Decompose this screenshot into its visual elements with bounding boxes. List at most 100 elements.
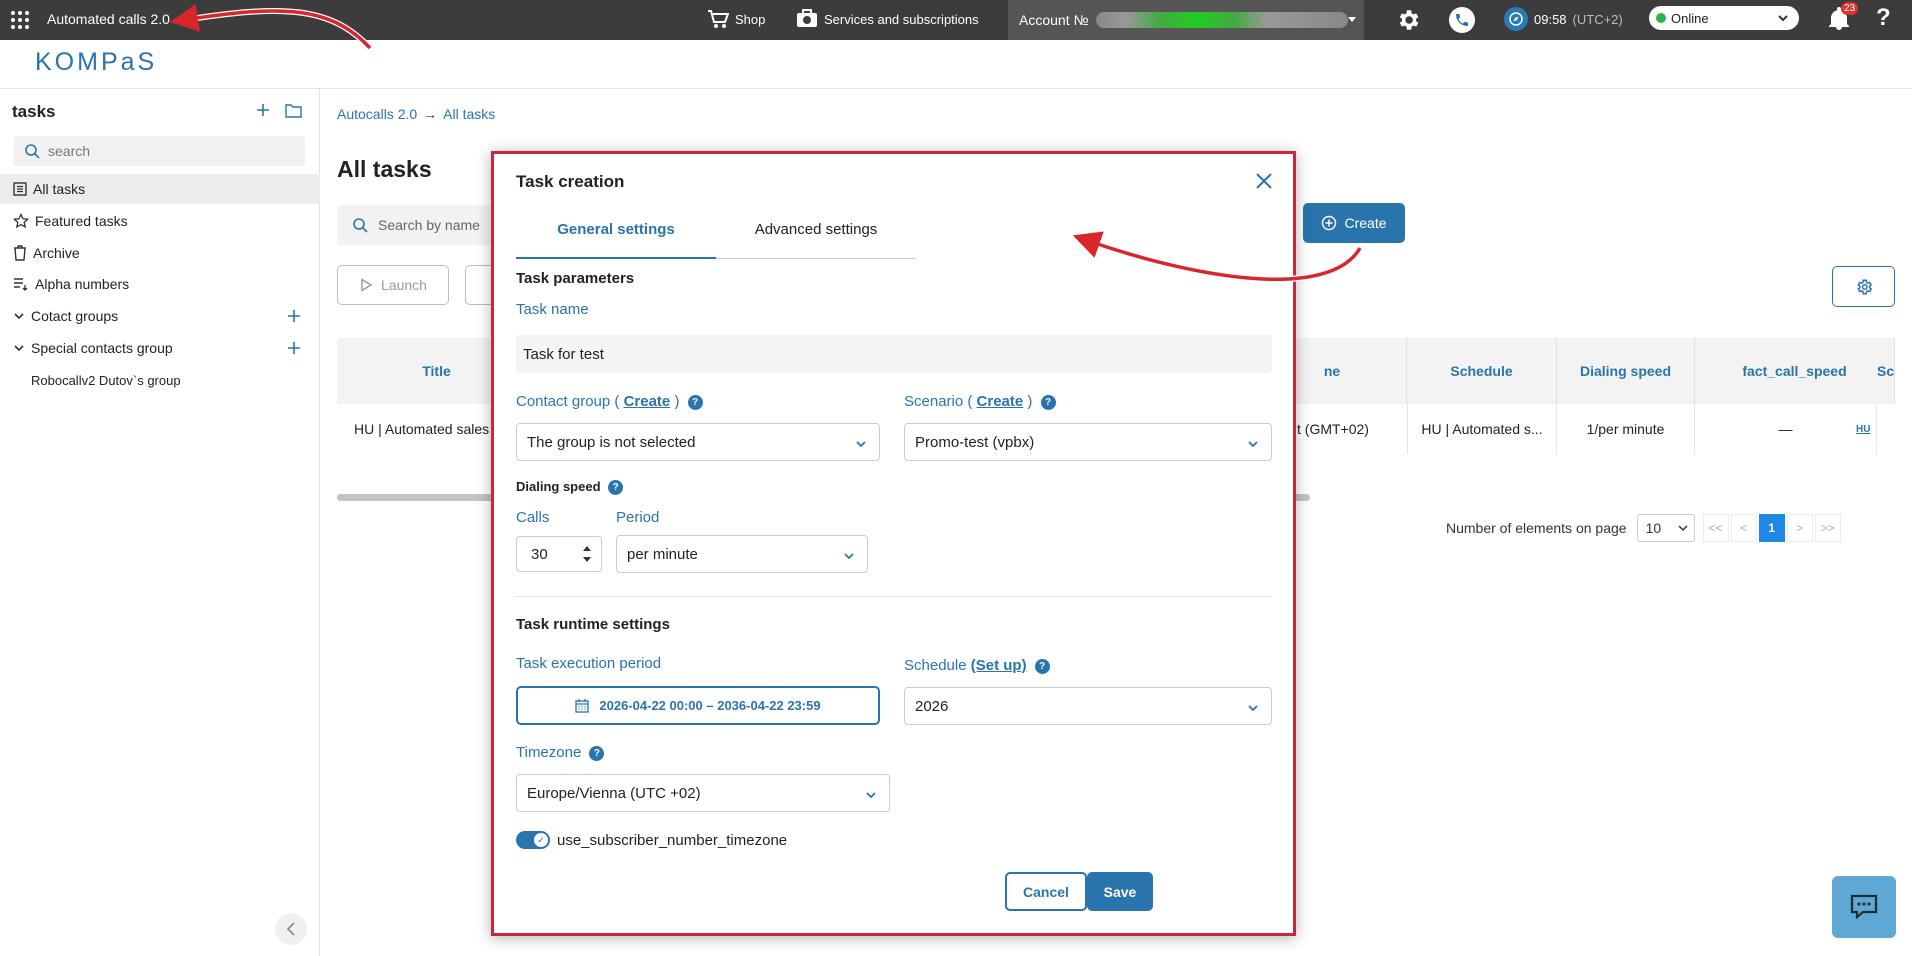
current-page-button[interactable]: 1 xyxy=(1758,514,1785,542)
help-icon[interactable]: ? xyxy=(1034,658,1050,674)
timezone-label-text: Timezone xyxy=(516,744,582,761)
section-title-params: Task parameters xyxy=(516,270,635,287)
scenario-select[interactable]: Promo-test (vpbx) xyxy=(904,423,1272,461)
help-icon[interactable]: ? xyxy=(1876,4,1891,32)
chat-button[interactable] xyxy=(1832,876,1896,938)
cancel-button[interactable]: Cancel xyxy=(1005,872,1087,911)
time-widget[interactable]: 09:58 (UTC+2) xyxy=(1504,7,1623,31)
subscriber-timezone-toggle[interactable]: ✓ xyxy=(516,831,550,849)
table-settings-button[interactable] xyxy=(1832,266,1895,307)
services-link[interactable]: Services and subscriptions xyxy=(796,9,979,29)
chevron-down-icon xyxy=(865,789,877,801)
sidebar-item-featured-tasks[interactable]: Featured tasks xyxy=(0,206,320,236)
folder-icon[interactable] xyxy=(285,103,302,118)
task-creation-dialog-highlight: Task creation General settings Advanced … xyxy=(491,151,1296,936)
help-icon[interactable]: ? xyxy=(687,394,703,410)
calls-stepper[interactable]: 30 xyxy=(516,536,602,572)
schedule-value: 2026 xyxy=(915,697,949,715)
contact-group-label-close: ) xyxy=(674,393,680,410)
scenario-create-link[interactable]: Create xyxy=(977,393,1024,410)
page-size-select[interactable]: 10 xyxy=(1636,514,1695,542)
period-value: per minute xyxy=(627,545,698,563)
column-header[interactable]: ne xyxy=(1297,338,1367,404)
help-icon[interactable]: ? xyxy=(589,745,605,761)
chevron-left-icon xyxy=(286,922,296,936)
shop-link[interactable]: Shop xyxy=(707,9,765,29)
breadcrumb-item[interactable]: Autocalls 2.0 xyxy=(337,106,417,122)
gear-icon[interactable] xyxy=(1395,7,1421,33)
tab-general-settings[interactable]: General settings xyxy=(516,221,716,259)
status-select[interactable]: Online xyxy=(1649,6,1799,30)
phone-icon[interactable] xyxy=(1449,7,1475,33)
execution-period-picker[interactable]: 2026-04-22 00:00 – 2036-04-22 23:59 xyxy=(516,686,880,725)
chevron-down-icon xyxy=(13,342,25,354)
list-icon xyxy=(13,182,27,196)
contact-group-label: Contact group ( Create ) ? xyxy=(516,393,703,410)
help-icon[interactable]: ? xyxy=(608,480,624,496)
breadcrumb-item[interactable]: All tasks xyxy=(443,106,495,122)
sidebar-item-alpha-numbers[interactable]: Alpha numbers xyxy=(0,269,320,299)
sidebar-search-input[interactable]: search xyxy=(14,136,305,166)
column-header[interactable]: Schedule xyxy=(1407,338,1557,404)
gear-icon xyxy=(1855,278,1873,296)
close-icon[interactable] xyxy=(1254,171,1274,191)
dialog-title: Task creation xyxy=(516,172,625,191)
table-cell: t (GMT+02) xyxy=(1297,421,1369,437)
column-header[interactable]: fact_call_speed xyxy=(1695,338,1895,404)
app-title[interactable]: Automated calls 2.0 xyxy=(47,11,170,27)
prev-page-button[interactable]: < xyxy=(1730,514,1757,542)
table-cell-link[interactable]: HU xyxy=(1851,404,1895,454)
next-page-button[interactable]: > xyxy=(1786,514,1813,542)
search-input[interactable]: Search by name xyxy=(337,205,517,245)
add-special-group-icon[interactable] xyxy=(286,340,302,356)
caret-down-icon xyxy=(1348,17,1356,22)
launch-button[interactable]: Launch xyxy=(337,265,449,305)
pagination: Number of elements on page 10 << < 1 > >… xyxy=(1446,514,1841,542)
task-creation-dialog: Task creation General settings Advanced … xyxy=(494,154,1293,933)
contact-group-create-link[interactable]: Create xyxy=(624,393,671,410)
sidebar-item-special-contacts-group[interactable]: Special contacts group xyxy=(0,333,320,363)
save-button[interactable]: Save xyxy=(1087,872,1153,911)
table-cell: HU | Automated s... xyxy=(1407,404,1557,454)
task-name-input[interactable]: Task for test xyxy=(516,335,1272,373)
table-cell: HU | Automated sales xyxy=(354,421,490,437)
table-cell: 1/per minute xyxy=(1557,404,1695,454)
sidebar-title: tasks xyxy=(12,102,56,121)
tab-advanced-settings[interactable]: Advanced settings xyxy=(716,221,916,259)
chat-icon xyxy=(1849,893,1879,921)
compass-icon xyxy=(1504,7,1528,31)
schedule-setup-link[interactable]: (Set up) xyxy=(971,657,1027,674)
sidebar-item-label: Robocallv2 Dutov`s group xyxy=(31,372,181,388)
create-button[interactable]: Create xyxy=(1303,203,1405,243)
sidebar-item-all-tasks[interactable]: All tasks xyxy=(0,174,320,204)
first-page-button[interactable]: << xyxy=(1702,514,1729,542)
bell-icon[interactable]: 23 xyxy=(1828,2,1859,31)
column-header[interactable]: Dialing speed xyxy=(1557,338,1695,404)
timezone-select[interactable]: Europe/Vienna (UTC +02) xyxy=(516,774,890,812)
utc-value: (UTC+2) xyxy=(1572,11,1623,27)
period-label: Period xyxy=(616,509,660,526)
execution-period-label: Task execution period xyxy=(516,655,662,672)
last-page-button[interactable]: >> xyxy=(1814,514,1841,542)
help-icon[interactable]: ? xyxy=(1040,394,1056,410)
chevron-down-icon xyxy=(1777,12,1789,24)
sidebar-item-label: Cotact groups xyxy=(31,308,119,324)
apps-grid-icon[interactable] xyxy=(11,11,29,29)
schedule-select[interactable]: 2026 xyxy=(904,687,1272,725)
period-select[interactable]: per minute xyxy=(616,535,868,573)
sidebar-search-placeholder: search xyxy=(48,143,91,159)
account-selector[interactable]: Account № xyxy=(1008,0,1364,40)
stepper-arrows-icon[interactable] xyxy=(583,545,591,563)
schedule-label-text: Schedule xyxy=(904,657,967,674)
contact-group-select[interactable]: The group is not selected xyxy=(516,423,880,461)
breadcrumb: Autocalls 2.0 → All tasks xyxy=(337,106,495,122)
sidebar-item-robocall-group[interactable]: Robocallv2 Dutov`s group xyxy=(0,365,320,395)
search-icon xyxy=(24,143,40,159)
sidebar-item-contact-groups[interactable]: Cotact groups xyxy=(0,301,320,331)
add-task-icon[interactable] xyxy=(255,102,271,118)
collapse-sidebar-button[interactable] xyxy=(275,913,307,945)
add-contact-group-icon[interactable] xyxy=(286,308,302,324)
column-header[interactable]: Sc xyxy=(1877,338,1907,404)
sidebar-item-archive[interactable]: Archive xyxy=(0,238,320,268)
page-title: All tasks xyxy=(337,156,432,182)
